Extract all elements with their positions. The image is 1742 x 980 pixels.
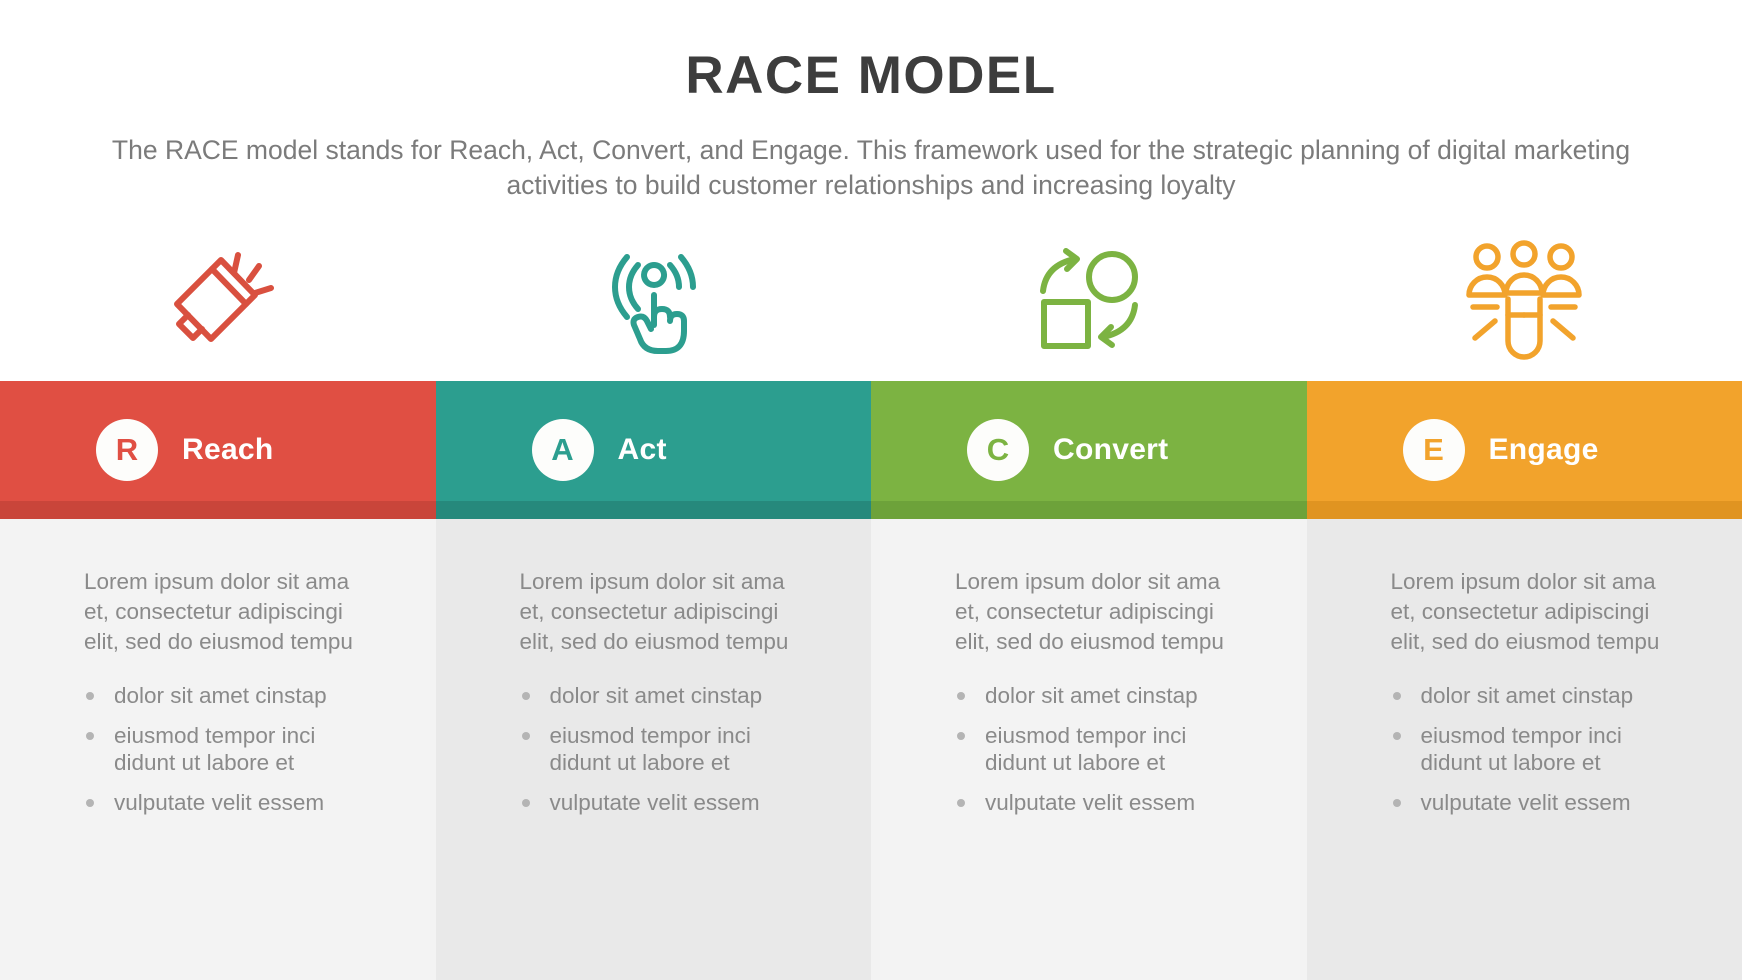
content-column-reach: Lorem ipsum dolor sit ama et, consectetu… [0,519,436,980]
content-column-convert: Lorem ipsum dolor sit ama et, consectetu… [871,519,1307,980]
stage-band-engage[interactable]: E Engage [1306,381,1742,520]
bullet-dot-icon [86,798,94,807]
bullet-dot-icon [957,692,965,701]
list-item-label: dolor sit amet cinstap [114,683,327,709]
content-row: Lorem ipsum dolor sit ama et, consectetu… [0,519,1742,980]
list-item-label: eiusmod tempor inci didunt ut labore et [985,722,1187,776]
bullet-dot-icon [521,798,530,807]
list-item: eiusmod tempor inci didunt ut labore et [84,722,359,777]
stage-band-reach[interactable]: R Reach [0,381,436,520]
list-item-label: eiusmod tempor inci didunt ut labore et [114,722,316,776]
page-subtitle: The RACE model stands for Reach, Act, Co… [111,134,1631,201]
tap-gesture-icon [594,241,712,359]
band-accent-strip [0,501,436,520]
column-bullet-list: dolor sit amet cinstap eiusmod tempor in… [520,682,824,816]
bullet-dot-icon [1392,731,1401,740]
list-item: eiusmod tempor inci didunt ut labore et [1391,722,1666,777]
stage-label-reach: Reach [182,433,274,467]
infographic-page: RACE MODEL The RACE model stands for Rea… [0,0,1742,980]
list-item: dolor sit amet cinstap [955,682,1230,709]
stage-band-row: R Reach A Act C Convert E Engage [0,381,1742,520]
page-title: RACE MODEL [685,46,1057,105]
bullet-dot-icon [521,731,530,740]
band-accent-strip [871,501,1307,520]
column-description: Lorem ipsum dolor sit ama et, consectetu… [1390,569,1660,654]
list-item: eiusmod tempor inci didunt ut labore et [955,722,1230,777]
convert-cycle-icon [1028,239,1150,361]
stage-label-convert: Convert [1053,433,1169,467]
list-item-label: dolor sit amet cinstap [1420,683,1634,709]
list-item: vulputate velit essem [84,789,359,816]
content-column-engage: Lorem ipsum dolor sit ama et, consectetu… [1306,519,1742,980]
list-item: eiusmod tempor inci didunt ut labore et [520,722,795,777]
list-item: vulputate velit essem [955,789,1230,816]
stage-label-engage: Engage [1488,433,1599,467]
megaphone-icon [159,241,277,359]
column-bullet-list: dolor sit amet cinstap eiusmod tempor in… [84,682,388,816]
icon-cell-convert [871,219,1307,381]
band-accent-strip [435,501,871,520]
icon-cell-engage [1307,219,1742,381]
list-item-label: dolor sit amet cinstap [549,683,763,709]
list-item-label: vulputate velit essem [114,789,325,815]
list-item: dolor sit amet cinstap [1391,682,1666,709]
list-item: vulputate velit essem [1391,789,1666,816]
list-item: vulputate velit essem [520,789,795,816]
stage-badge-reach: R [96,419,158,482]
list-item-label: dolor sit amet cinstap [985,683,1198,709]
list-item-label: vulputate velit essem [549,789,760,815]
stage-badge-act: A [531,419,594,482]
stage-band-convert[interactable]: C Convert [871,381,1307,520]
stage-badge-engage: E [1402,419,1465,482]
icon-cell-reach [0,219,436,381]
content-column-act: Lorem ipsum dolor sit ama et, consectetu… [435,519,871,980]
bullet-dot-icon [957,731,965,740]
stage-label-act: Act [617,433,667,467]
band-accent-strip [1306,501,1742,520]
column-bullet-list: dolor sit amet cinstap eiusmod tempor in… [955,682,1259,816]
bullet-dot-icon [521,692,530,701]
list-item-label: vulputate velit essem [985,789,1196,815]
stage-badge-convert: C [967,419,1029,482]
column-description: Lorem ipsum dolor sit ama et, consectetu… [955,569,1224,654]
icon-row [0,219,1742,381]
header: RACE MODEL The RACE model stands for Rea… [0,0,1742,203]
list-item: dolor sit amet cinstap [84,682,359,709]
column-description: Lorem ipsum dolor sit ama et, consectetu… [84,569,353,654]
magnet-people-icon [1461,237,1587,363]
column-bullet-list: dolor sit amet cinstap eiusmod tempor in… [1391,682,1695,816]
bullet-dot-icon [1392,798,1401,807]
list-item-label: eiusmod tempor inci didunt ut labore et [1420,722,1622,776]
list-item: dolor sit amet cinstap [520,682,795,709]
bullet-dot-icon [1392,692,1401,701]
list-item-label: eiusmod tempor inci didunt ut labore et [549,722,751,776]
stage-band-act[interactable]: A Act [435,381,871,520]
bullet-dot-icon [86,692,94,701]
icon-cell-act [436,219,872,381]
column-description: Lorem ipsum dolor sit ama et, consectetu… [519,569,789,654]
bullet-dot-icon [86,731,94,740]
list-item-label: vulputate velit essem [1420,789,1631,815]
bullet-dot-icon [957,798,965,807]
